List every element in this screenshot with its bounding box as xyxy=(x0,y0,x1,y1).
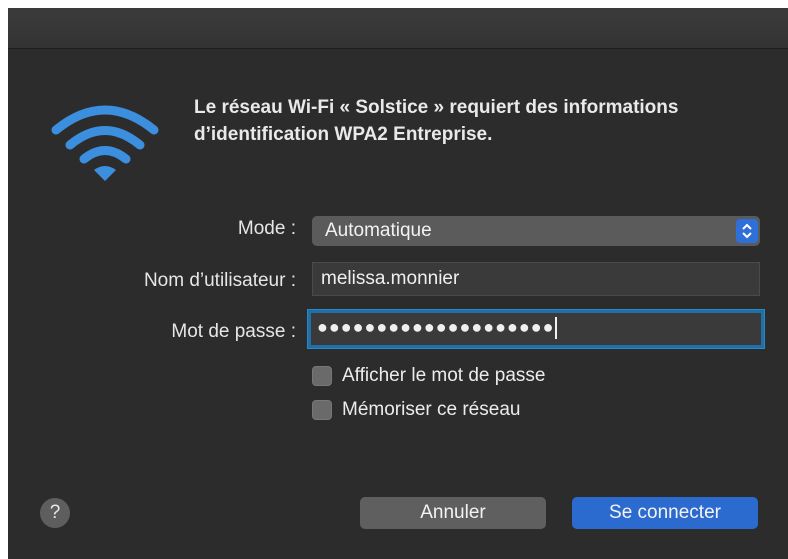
username-field[interactable]: melissa.monnier xyxy=(312,262,760,296)
show-password-checkbox[interactable] xyxy=(312,366,332,386)
wifi-icon xyxy=(51,105,159,181)
show-password-checkbox-row[interactable]: Afficher le mot de passe xyxy=(312,363,545,389)
text-caret xyxy=(555,316,558,339)
dialog-message: Le réseau Wi-Fi « Solstice » requiert de… xyxy=(194,97,679,145)
remember-network-checkbox-row[interactable]: Mémoriser ce réseau xyxy=(312,397,520,423)
mode-label: Mode : xyxy=(237,218,296,239)
connect-button[interactable]: Se connecter xyxy=(572,497,758,529)
title-bar[interactable] xyxy=(8,8,788,49)
username-label: Nom d’utilisateur : xyxy=(143,270,296,291)
help-button[interactable]: ? xyxy=(40,498,70,528)
remember-network-checkbox[interactable] xyxy=(312,400,332,420)
mode-popup[interactable]: Automatique xyxy=(312,216,760,246)
username-value: melissa.monnier xyxy=(321,268,460,289)
password-field[interactable]: ●●●●●●●●●●●●●●●●●●●● xyxy=(308,310,764,348)
wifi-auth-dialog: Le réseau Wi-Fi « Solstice » requiert de… xyxy=(8,8,788,559)
updown-chevron-icon xyxy=(736,219,758,243)
password-label: Mot de passe : xyxy=(171,321,296,342)
remember-network-label: Mémoriser ce réseau xyxy=(342,399,521,420)
password-masked-value: ●●●●●●●●●●●●●●●●●●●● xyxy=(317,317,555,337)
mode-value: Automatique xyxy=(325,220,432,241)
cancel-button[interactable]: Annuler xyxy=(360,497,546,529)
show-password-label: Afficher le mot de passe xyxy=(342,365,546,386)
